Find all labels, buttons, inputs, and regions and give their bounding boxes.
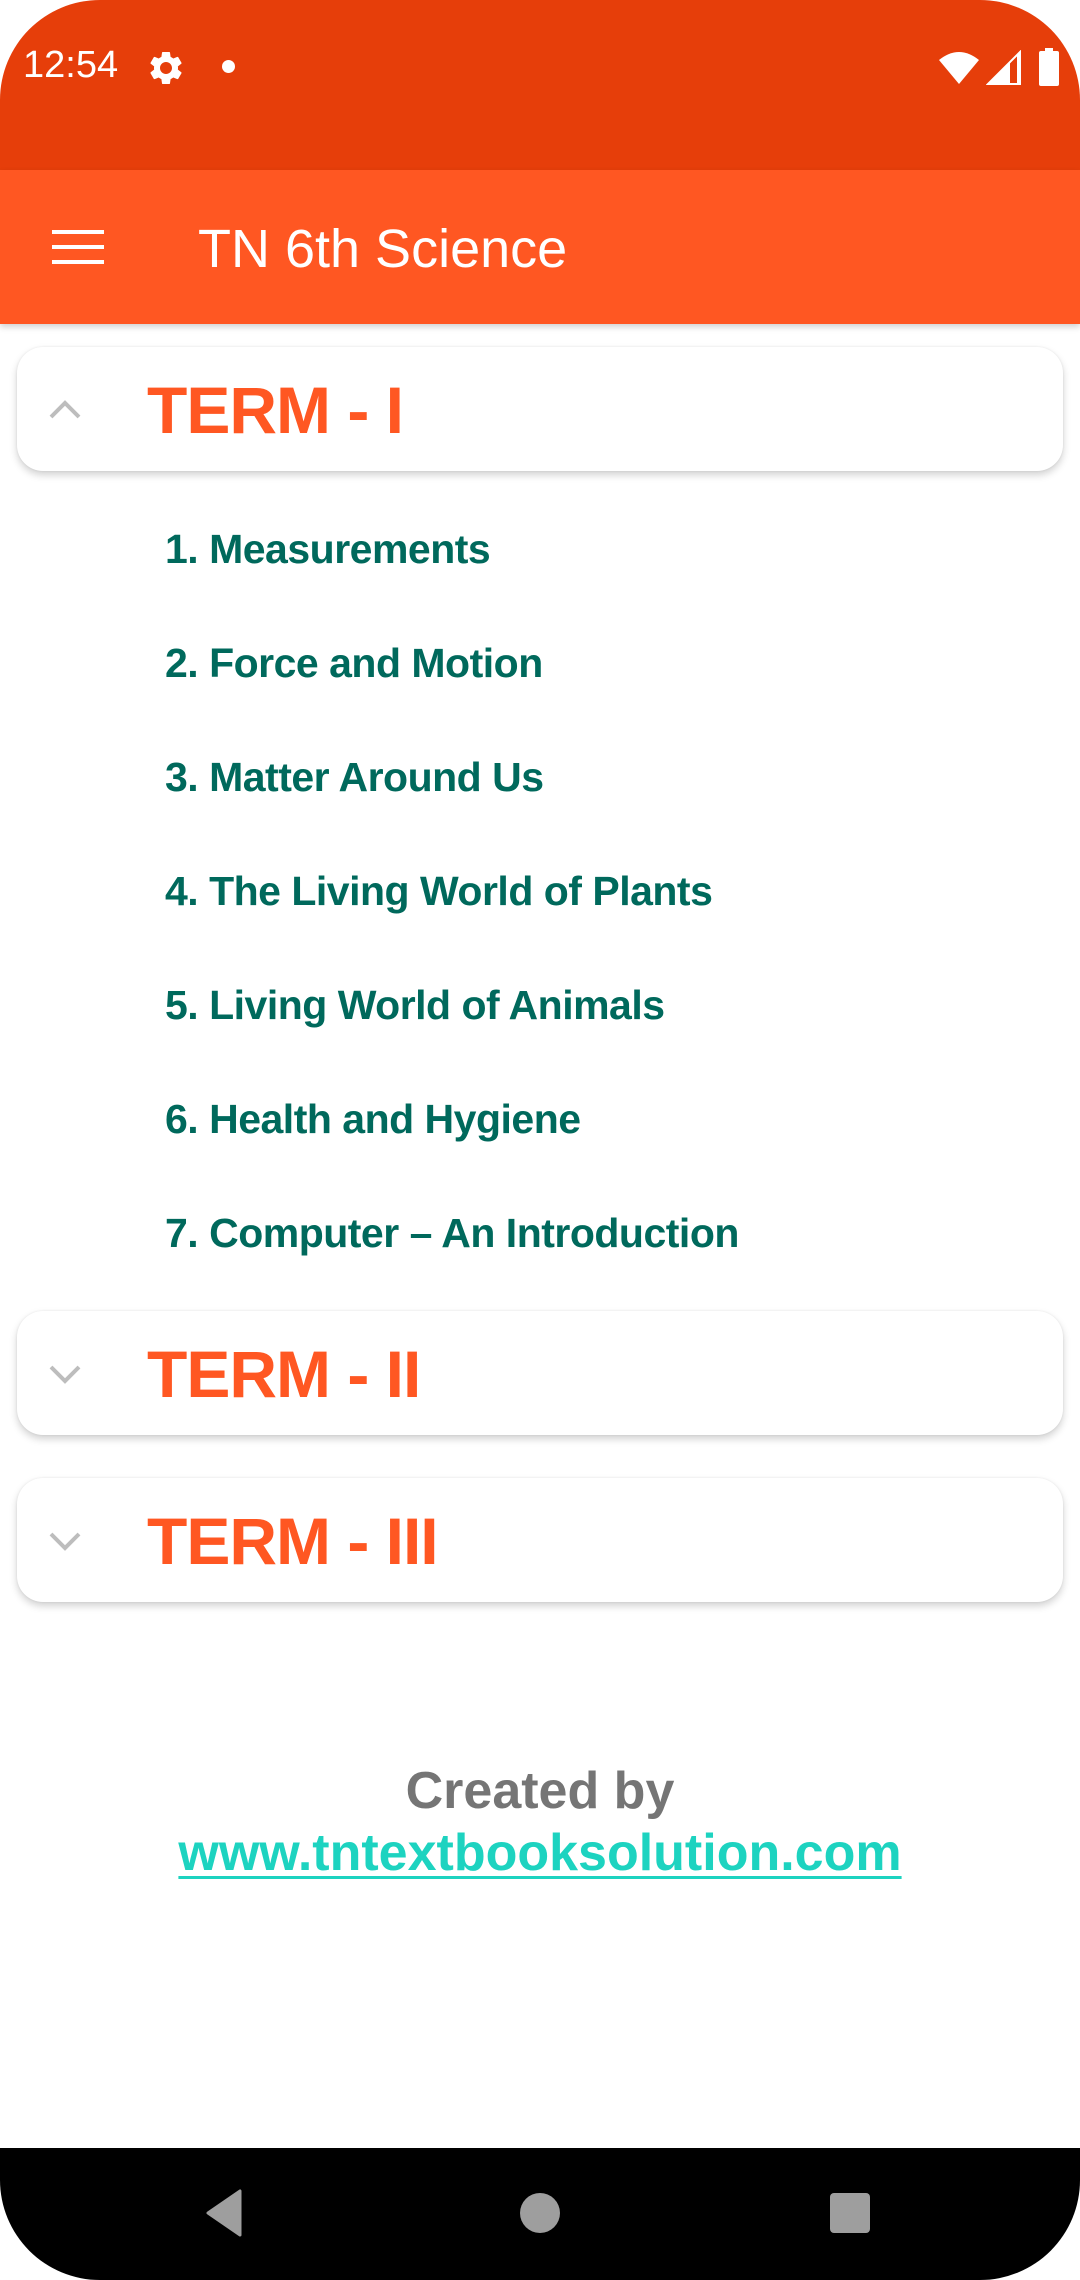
term-2-header[interactable]: TERM - II xyxy=(17,1311,1063,1435)
notification-dot-icon xyxy=(222,60,235,73)
cell-signal-icon xyxy=(986,50,1021,85)
app-bar: TN 6th Science xyxy=(0,170,1080,324)
nav-recents-button[interactable] xyxy=(800,2168,900,2258)
chevron-up-icon xyxy=(49,400,81,419)
term-2-title: TERM - II xyxy=(147,1337,421,1411)
chapter-item-7[interactable]: 7. Computer – An Introduction xyxy=(165,1210,739,1257)
status-time: 12:54 xyxy=(23,44,119,86)
term-1-header[interactable]: TERM - I xyxy=(17,347,1063,471)
status-bar: 12:54 xyxy=(0,0,1080,170)
chevron-down-icon xyxy=(49,1365,81,1384)
back-triangle-icon xyxy=(206,2189,242,2237)
nav-home-button[interactable] xyxy=(490,2168,590,2258)
battery-icon xyxy=(1039,48,1059,86)
device-screen: 12:54 TN 6th Science TERM - I 1. Measure… xyxy=(0,0,1080,2280)
system-nav-bar xyxy=(0,2148,1080,2280)
settings-gear-icon xyxy=(150,51,182,84)
menu-button[interactable] xyxy=(40,217,116,277)
chapter-item-1[interactable]: 1. Measurements xyxy=(165,526,491,573)
nav-back-button[interactable] xyxy=(174,2168,274,2258)
chapter-item-2[interactable]: 2. Force and Motion xyxy=(165,640,543,687)
chapter-item-4[interactable]: 4. The Living World of Plants xyxy=(165,868,713,915)
app-title: TN 6th Science xyxy=(198,219,568,279)
term-3-header[interactable]: TERM - III xyxy=(17,1478,1063,1602)
home-circle-icon xyxy=(520,2193,560,2233)
chapter-item-6[interactable]: 6. Health and Hygiene xyxy=(165,1096,581,1143)
credit-label: Created by xyxy=(405,1762,675,1820)
chevron-down-icon xyxy=(49,1532,81,1551)
term-1-title: TERM - I xyxy=(147,373,404,447)
term-3-title: TERM - III xyxy=(147,1504,439,1578)
credit-website-link[interactable]: www.tntextbooksolution.com xyxy=(178,1822,901,1884)
chapter-item-5[interactable]: 5. Living World of Animals xyxy=(165,982,665,1029)
chapter-item-3[interactable]: 3. Matter Around Us xyxy=(165,754,544,801)
wifi-icon xyxy=(939,52,979,84)
hamburger-menu-icon xyxy=(52,230,104,264)
credit-section: Created by www.tntextbooksolution.com xyxy=(0,1760,1080,1884)
recents-square-icon xyxy=(830,2193,870,2233)
